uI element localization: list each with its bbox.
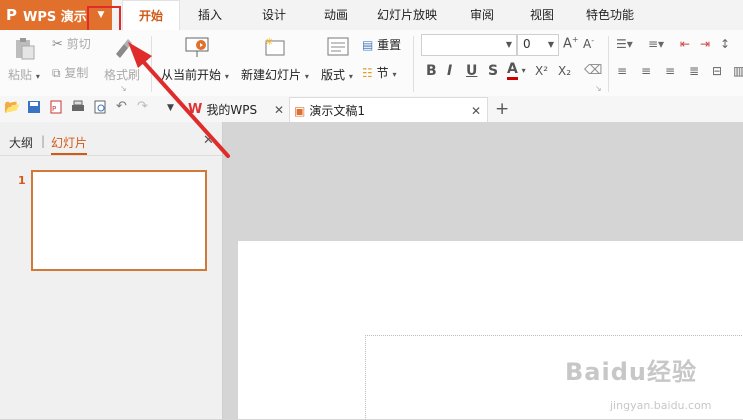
annotation-arrow (128, 42, 230, 158)
